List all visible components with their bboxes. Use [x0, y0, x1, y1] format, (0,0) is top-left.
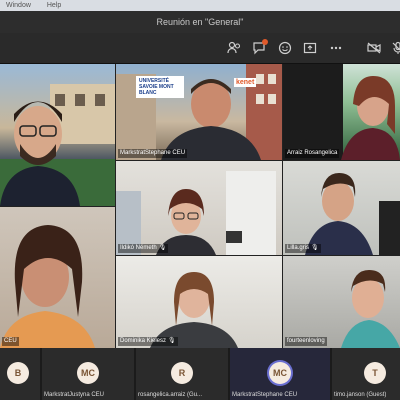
participant-name: Lilla.gris 🎙: [285, 244, 321, 253]
avatar: R: [171, 362, 193, 384]
share-icon[interactable]: [302, 40, 318, 56]
banner-sign-2: kenet: [234, 78, 257, 87]
participant-video-icon: [305, 173, 400, 255]
video-tile[interactable]: [0, 64, 115, 206]
participant-tile-active[interactable]: MC MarkstratStephane CEU: [230, 348, 330, 400]
participant-name: MarkstratStephane CEU: [118, 149, 188, 158]
participant-video-icon: [116, 171, 276, 255]
participant-tile[interactable]: T timo.janson (Guest): [332, 348, 400, 400]
participant-video-icon: [150, 272, 238, 348]
window-title: Reunión en "General": [0, 11, 400, 33]
participant-video-icon: [341, 270, 400, 348]
participant-tile[interactable]: R rosangelica.arraiz (Gu...: [136, 348, 228, 400]
chat-icon[interactable]: [251, 39, 268, 56]
participant-name: Dominika Kielesz 🎙: [118, 337, 178, 346]
participant-name: CEU: [2, 337, 19, 346]
video-tile[interactable]: Ildikó Németh 🎙: [116, 161, 282, 255]
participant-tile[interactable]: B: [0, 348, 40, 400]
participant-tile[interactable]: MC MarkstratJustyna CEU: [42, 348, 134, 400]
participant-name: MarkstratStephane CEU: [232, 392, 298, 398]
camera-off-icon[interactable]: [366, 40, 382, 56]
participant-name: Ildikó Németh 🎙: [118, 244, 169, 253]
participant-name: Arraiz Rosangelica: [285, 149, 340, 158]
participant-video-icon: [0, 225, 95, 348]
banner-sign: UNIVERSITÉ SAVOIE MONT BLANC: [136, 76, 184, 98]
avatar: B: [7, 362, 29, 384]
video-tile[interactable]: UNIVERSITÉ SAVOIE MONT BLANC kenet Marks…: [116, 64, 282, 160]
video-tile[interactable]: CEU: [0, 207, 115, 348]
avatar: MC: [269, 362, 291, 384]
participant-name: MarkstratJustyna CEU: [44, 392, 105, 398]
menu-help[interactable]: Help: [47, 2, 61, 9]
avatar: T: [364, 362, 386, 384]
avatar: MC: [77, 362, 99, 384]
participant-name: rosangelica.arraiz (Gu...: [138, 392, 203, 398]
video-tile[interactable]: Arraiz Rosangelica: [283, 64, 400, 160]
video-grid: UNIVERSITÉ SAVOIE MONT BLANC kenet Marks…: [0, 64, 400, 348]
video-tile[interactable]: Lilla.gris 🎙: [283, 161, 400, 255]
more-icon[interactable]: [328, 40, 344, 56]
reactions-icon[interactable]: [277, 40, 293, 56]
video-tile[interactable]: Dominika Kielesz 🎙: [116, 256, 282, 348]
participants-icon[interactable]: [226, 40, 242, 56]
meeting-toolbar: [0, 33, 400, 64]
participant-name: timo.janson (Guest): [334, 392, 387, 398]
participant-strip: B MC MarkstratJustyna CEU R rosangelica.…: [0, 348, 400, 400]
mic-off-icon[interactable]: [390, 40, 400, 56]
video-tile[interactable]: fourteenloving: [283, 256, 400, 348]
menu-bar: Window Help: [0, 0, 400, 11]
participant-video-icon: [283, 64, 400, 160]
menu-window[interactable]: Window: [6, 2, 31, 9]
participant-video-icon: [0, 84, 115, 206]
participant-name: fourteenloving: [285, 337, 327, 346]
